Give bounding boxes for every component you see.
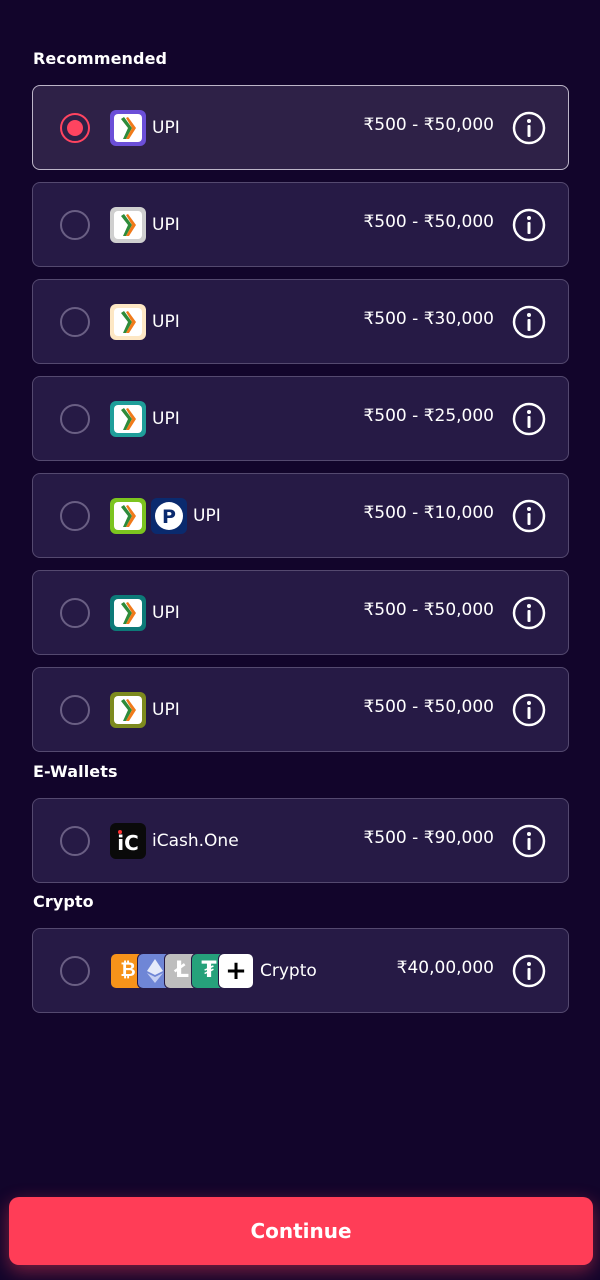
payment-method-card[interactable]: iC iCash.One ₹500 - ₹90,000	[32, 798, 569, 883]
icash-icon: iC	[110, 822, 146, 859]
method-name: UPI	[152, 117, 180, 138]
crypto-icons-stack: ₿ Ł ₮ +	[110, 952, 254, 989]
method-name: UPI	[152, 408, 180, 429]
svg-text:P: P	[162, 506, 176, 528]
deposit-range: ₹500 - ₹25,000	[363, 405, 494, 426]
payment-method-card[interactable]: ₿ Ł ₮ + Crypto ₹40,00,000	[32, 928, 569, 1013]
info-icon[interactable]	[512, 596, 546, 630]
payment-method-card[interactable]: P UPI ₹500 - ₹10,000	[32, 473, 569, 558]
method-logo-group: UPI	[110, 400, 180, 437]
method-logo-group: UPI	[110, 303, 180, 340]
method-logo-group: P UPI	[110, 497, 221, 534]
info-icon[interactable]	[512, 305, 546, 339]
payment-method-card[interactable]: UPI ₹500 - ₹50,000	[32, 182, 569, 267]
payment-method-card[interactable]: UPI ₹500 - ₹50,000	[32, 667, 569, 752]
method-name: Crypto	[260, 960, 317, 981]
payment-method-screen: Recommended UPI ₹500 - ₹50,000 UPI ₹500 - ₹…	[0, 0, 600, 1280]
method-logo-group: UPI	[110, 691, 180, 728]
section-title-crypto: Crypto	[33, 892, 94, 911]
method-name: UPI	[152, 602, 180, 623]
radio-unselected[interactable]	[60, 500, 90, 531]
radio-unselected[interactable]	[60, 403, 90, 434]
payment-method-card[interactable]: UPI ₹500 - ₹50,000	[32, 85, 569, 170]
section-title-ewallets: E-Wallets	[33, 762, 118, 781]
upi-icon	[110, 594, 146, 631]
info-icon[interactable]	[512, 824, 546, 858]
deposit-range: ₹500 - ₹50,000	[363, 114, 494, 135]
deposit-range: ₹40,00,000	[396, 957, 494, 978]
recommended-methods-list: UPI ₹500 - ₹50,000 UPI ₹500 - ₹50,000 UPI ₹50…	[32, 85, 569, 764]
upi-icon	[110, 206, 146, 243]
deposit-range: ₹500 - ₹50,000	[363, 599, 494, 620]
method-logo-group: UPI	[110, 594, 180, 631]
info-icon[interactable]	[512, 111, 546, 145]
section-title-recommended: Recommended	[33, 49, 168, 68]
upi-icon	[110, 400, 146, 437]
method-name: UPI	[152, 311, 180, 332]
info-icon[interactable]	[512, 693, 546, 727]
upi-icon	[110, 109, 146, 146]
radio-unselected[interactable]	[60, 597, 90, 628]
payment-method-card[interactable]: UPI ₹500 - ₹25,000	[32, 376, 569, 461]
ewallet-methods-list: iC iCash.One ₹500 - ₹90,000	[32, 798, 569, 895]
deposit-range: ₹500 - ₹50,000	[363, 696, 494, 717]
info-icon[interactable]	[512, 402, 546, 436]
deposit-range: ₹500 - ₹50,000	[363, 211, 494, 232]
method-name: UPI	[193, 505, 221, 526]
radio-unselected[interactable]	[60, 955, 90, 986]
method-logo-group: UPI	[110, 109, 180, 146]
deposit-range: ₹500 - ₹90,000	[363, 827, 494, 848]
info-icon[interactable]	[512, 208, 546, 242]
payment-method-card[interactable]: UPI ₹500 - ₹50,000	[32, 570, 569, 655]
upi-icon	[110, 497, 146, 534]
method-name: iCash.One	[152, 830, 239, 851]
method-name: UPI	[152, 699, 180, 720]
crypto-methods-list: ₿ Ł ₮ + Crypto ₹40,00,000	[32, 928, 569, 1025]
upi-icon	[110, 691, 146, 728]
method-name: UPI	[152, 214, 180, 235]
payment-method-card[interactable]: UPI ₹500 - ₹30,000	[32, 279, 569, 364]
radio-unselected[interactable]	[60, 825, 90, 856]
paytm-p-icon: P	[151, 497, 187, 534]
upi-icon	[110, 303, 146, 340]
continue-button[interactable]: Continue	[9, 1197, 593, 1265]
svg-text:iC: iC	[117, 831, 139, 855]
radio-unselected[interactable]	[60, 694, 90, 725]
info-icon[interactable]	[512, 954, 546, 988]
method-logo-group: iC iCash.One	[110, 822, 239, 859]
radio-selected[interactable]	[60, 112, 90, 143]
plus-icon: +	[218, 952, 254, 989]
deposit-range: ₹500 - ₹10,000	[363, 502, 494, 523]
radio-unselected[interactable]	[60, 209, 90, 240]
method-logo-group: UPI	[110, 206, 180, 243]
radio-unselected[interactable]	[60, 306, 90, 337]
method-logo-group: ₿ Ł ₮ + Crypto	[110, 952, 317, 989]
deposit-range: ₹500 - ₹30,000	[363, 308, 494, 329]
info-icon[interactable]	[512, 499, 546, 533]
